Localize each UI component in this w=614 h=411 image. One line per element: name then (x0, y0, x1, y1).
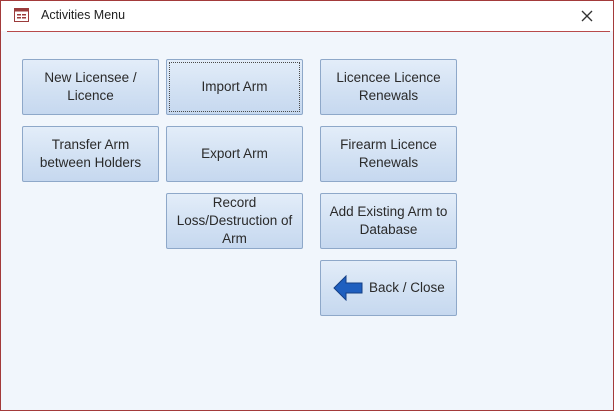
licencee-licence-renewals-label: Licencee Licence Renewals (336, 70, 441, 103)
export-arm-label: Export Arm (201, 146, 268, 161)
window-title: Activities Menu (41, 8, 126, 22)
back-arrow-icon (333, 275, 363, 301)
export-arm-button[interactable]: Export Arm (166, 126, 303, 182)
import-arm-label: Import Arm (201, 79, 268, 94)
title-bar: Activities Menu (1, 1, 613, 31)
transfer-arm-label: Transfer Arm between Holders (39, 137, 142, 170)
back-close-button[interactable]: Back / Close (320, 260, 457, 316)
close-icon[interactable] (577, 6, 597, 26)
transfer-arm-button[interactable]: Transfer Arm between Holders (22, 126, 159, 182)
form-icon (14, 8, 29, 22)
add-existing-arm-label: Add Existing Arm to Database (329, 204, 448, 237)
new-licensee-label: New Licensee / Licence (44, 70, 137, 103)
activities-menu-window: Activities Menu New Licensee / Licence I… (0, 0, 614, 411)
title-divider (7, 31, 610, 32)
new-licensee-button[interactable]: New Licensee / Licence (22, 59, 159, 115)
import-arm-button[interactable]: Import Arm (166, 59, 303, 115)
firearm-licence-renewals-button[interactable]: Firearm Licence Renewals (320, 126, 457, 182)
add-existing-arm-button[interactable]: Add Existing Arm to Database (320, 193, 457, 249)
record-loss-destruction-button[interactable]: Record Loss/Destruction of Arm (166, 193, 303, 249)
firearm-licence-renewals-label: Firearm Licence Renewals (340, 137, 437, 170)
licencee-licence-renewals-button[interactable]: Licencee Licence Renewals (320, 59, 457, 115)
back-close-label: Back / Close (369, 280, 445, 295)
record-loss-destruction-label: Record Loss/Destruction of Arm (176, 195, 293, 246)
